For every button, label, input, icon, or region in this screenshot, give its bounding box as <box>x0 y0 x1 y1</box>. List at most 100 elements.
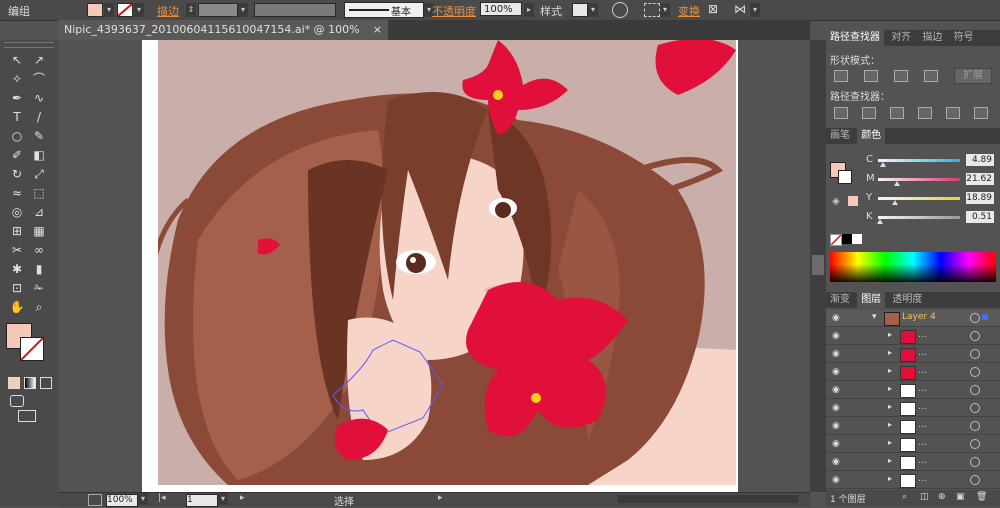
clipping-mask-icon[interactable]: ◫ <box>920 492 929 502</box>
exclude-icon[interactable] <box>924 70 938 82</box>
opacity-field[interactable]: 100% <box>480 2 522 16</box>
sublayer-row[interactable]: ◉ ▸... <box>826 346 1000 363</box>
options-menu-icon[interactable]: ⋈ <box>734 2 748 16</box>
target-icon[interactable] <box>970 421 980 431</box>
horizontal-scrollbar[interactable] <box>618 495 798 503</box>
hand-tool[interactable]: ✋ <box>8 299 26 315</box>
blend-tool[interactable]: ∞ <box>30 242 48 258</box>
expand-triangle-icon[interactable]: ▸ <box>888 420 892 429</box>
sublayer-row[interactable]: ◉ ▸... <box>826 472 1000 489</box>
channel-slider-thumb[interactable] <box>894 181 901 186</box>
new-layer-icon[interactable]: ▣ <box>956 492 965 502</box>
artboard-nav-icon[interactable] <box>88 494 102 506</box>
eye-icon[interactable]: ◉ <box>832 367 840 377</box>
toolbar-grip[interactable] <box>4 42 54 48</box>
color-mode-icon[interactable] <box>8 377 20 389</box>
minus-front-icon[interactable] <box>864 70 878 82</box>
tab-gradient[interactable]: 渐变 <box>826 292 854 308</box>
close-icon[interactable]: × <box>373 20 382 40</box>
line-tool[interactable]: / <box>30 109 48 125</box>
next-artboard-icon[interactable]: ▸ <box>240 493 245 503</box>
pen-tool[interactable]: ✒ <box>8 90 26 106</box>
none-swatch[interactable] <box>830 234 842 246</box>
channel-value-field[interactable]: 21.62 <box>966 173 994 185</box>
recolor-artwork-icon[interactable] <box>612 2 628 18</box>
gradient-tool[interactable]: ▦ <box>30 223 48 239</box>
selection-tool[interactable]: ↖ <box>8 52 26 68</box>
brush-definition[interactable]: 基本 <box>344 2 424 18</box>
fill-swatch[interactable] <box>87 3 103 17</box>
trim-icon[interactable] <box>862 107 876 119</box>
channel-slider-thumb[interactable] <box>891 200 898 205</box>
ellipse-tool[interactable]: ○ <box>8 128 26 144</box>
delete-layer-icon[interactable]: 🗑 <box>976 492 987 502</box>
first-artboard-icon[interactable]: |◂ <box>158 493 166 503</box>
channel-slider[interactable] <box>878 178 960 181</box>
variable-width-profile[interactable] <box>254 3 336 17</box>
slice-tool[interactable]: ✁ <box>30 280 48 296</box>
zoom-tool[interactable]: ⌕ <box>30 299 48 315</box>
eye-icon[interactable]: ◉ <box>832 439 840 449</box>
sublayer-row[interactable]: ◉ ▸... <box>826 454 1000 471</box>
sublayer-row[interactable]: ◉ ▸... <box>826 328 1000 345</box>
stroke-weight-field[interactable] <box>198 3 238 17</box>
target-icon[interactable] <box>970 475 980 485</box>
unite-icon[interactable] <box>834 70 848 82</box>
target-icon[interactable] <box>970 403 980 413</box>
magic-wand-tool[interactable]: ✧ <box>8 71 26 87</box>
expand-triangle-icon[interactable]: ▸ <box>888 348 892 357</box>
type-tool[interactable]: T <box>8 109 26 125</box>
crop-icon[interactable] <box>918 107 932 119</box>
channel-slider[interactable] <box>878 216 960 219</box>
eraser-tool[interactable]: ◧ <box>30 147 48 163</box>
sublayer-row[interactable]: ◉ ▸... <box>826 418 1000 435</box>
stroke-weight-dropdown-icon[interactable]: ▾ <box>238 3 248 17</box>
fill-dropdown-icon[interactable]: ▾ <box>104 3 114 17</box>
eye-icon[interactable]: ◉ <box>832 457 840 467</box>
channel-slider-thumb[interactable] <box>880 162 887 167</box>
tab-pathfinder[interactable]: 路径查找器 <box>826 30 884 46</box>
eye-icon[interactable]: ◉ <box>832 421 840 431</box>
tab-symbols[interactable]: 符号 <box>950 30 978 46</box>
expand-triangle-icon[interactable]: ▸ <box>888 456 892 465</box>
curvature-tool[interactable]: ∿ <box>30 90 48 106</box>
screen-mode-icon[interactable] <box>18 410 36 422</box>
eye-icon[interactable]: ◉ <box>832 331 840 341</box>
shape-builder-tool[interactable]: ◎ <box>8 204 26 220</box>
gamut-swatch[interactable] <box>848 196 858 206</box>
sublayer-row[interactable]: ◉ ▸... <box>826 436 1000 453</box>
target-icon[interactable] <box>970 331 980 341</box>
none-mode-icon[interactable] <box>40 377 52 389</box>
align-icon[interactable] <box>644 3 660 17</box>
column-graph-tool[interactable]: ▮ <box>30 261 48 277</box>
layer-row[interactable]: ◉ ▾ Layer 4 <box>826 310 1000 327</box>
eye-icon[interactable]: ◉ <box>832 475 840 485</box>
tab-stroke[interactable]: 描边 <box>918 30 946 46</box>
document-tab[interactable]: Nipic_4393637_20100604115610047154.ai* @… <box>58 20 388 56</box>
expand-triangle-icon[interactable]: ▾ <box>872 312 877 322</box>
rotate-tool[interactable]: ↻ <box>8 166 26 182</box>
target-icon[interactable] <box>970 385 980 395</box>
minus-back-icon[interactable] <box>974 107 988 119</box>
divide-icon[interactable] <box>834 107 848 119</box>
tab-brushes[interactable]: 画笔 <box>826 128 854 144</box>
out-of-gamut-icon[interactable]: ◈ <box>832 196 840 207</box>
stroke-dropdown-icon[interactable]: ▾ <box>134 3 144 17</box>
artboard-number-field[interactable]: 1 <box>186 494 218 507</box>
stroke-color-box[interactable] <box>20 337 44 361</box>
channel-value-field[interactable]: 18.89 <box>966 192 994 204</box>
selection-indicator[interactable] <box>982 314 988 320</box>
isolate-group-icon[interactable]: ⊠ <box>708 2 722 16</box>
artboard-tool[interactable]: ⊡ <box>8 280 26 296</box>
artwork-illustration[interactable] <box>158 40 736 485</box>
channel-slider[interactable] <box>878 159 960 162</box>
target-icon[interactable] <box>970 313 980 323</box>
target-icon[interactable] <box>970 367 980 377</box>
warp-tool[interactable]: ≈ <box>8 185 26 201</box>
opacity-label[interactable]: 不透明度 <box>432 3 476 19</box>
direct-selection-tool[interactable]: ↗ <box>30 52 48 68</box>
eye-icon[interactable]: ◉ <box>832 313 840 323</box>
expand-triangle-icon[interactable]: ▸ <box>888 438 892 447</box>
pencil-tool[interactable]: ✐ <box>8 147 26 163</box>
draw-mode-icon[interactable] <box>10 395 24 407</box>
